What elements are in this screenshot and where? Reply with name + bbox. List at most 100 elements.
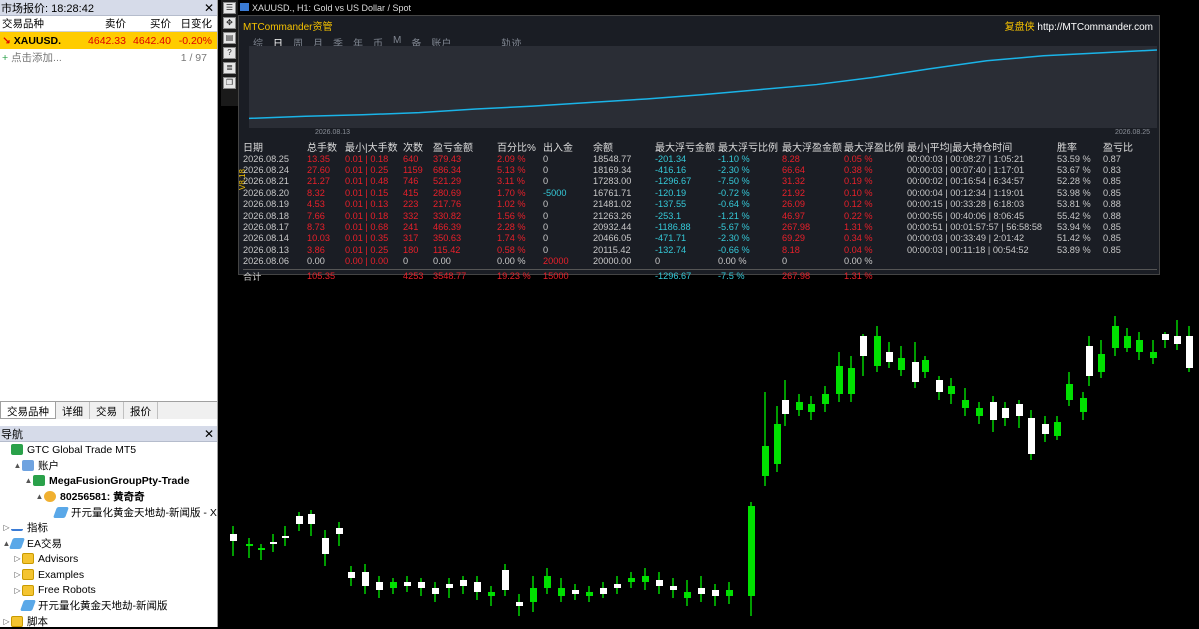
table-cell: 1.70 % bbox=[497, 187, 526, 198]
table-row[interactable]: 2026.08.06 0.00 0.00 | 0.00 0 0.00 0.00 % 2000… bbox=[243, 256, 1157, 267]
chart-icon bbox=[240, 3, 249, 11]
add-symbol-row[interactable]: + 点击添加... 1 / 97 bbox=[0, 49, 217, 66]
col-change[interactable]: 日变化 bbox=[171, 16, 215, 31]
table-row[interactable]: 2026.08.24 27.60 0.01 | 0.25 1159 686.34 5.13… bbox=[243, 164, 1157, 175]
candle-body bbox=[822, 394, 829, 404]
nav-item[interactable]: GTC Global Trade MT5 bbox=[0, 442, 217, 458]
down-arrow-icon: ↘ bbox=[2, 34, 11, 47]
close-icon[interactable]: ✕ bbox=[204, 428, 214, 440]
table-cell: 21.27 bbox=[307, 176, 330, 187]
expand-arrow-icon[interactable]: ▷ bbox=[13, 554, 22, 563]
navigator-tree: GTC Global Trade MT5 ▲ 账户 ▲ MegaFusionGroupP… bbox=[0, 442, 217, 629]
expand-arrow-icon[interactable]: ▲ bbox=[35, 492, 44, 501]
table-row[interactable]: 2026.08.19 4.53 0.01 | 0.13 223 217.76 1.02 %… bbox=[243, 199, 1157, 210]
expand-arrow-icon[interactable]: ▷ bbox=[13, 570, 22, 579]
candle-body bbox=[774, 424, 781, 464]
table-cell: -0.66 % bbox=[718, 244, 750, 255]
table-cell: 379.43 bbox=[433, 153, 462, 164]
table-cell: 0.01 | 0.15 bbox=[345, 187, 389, 198]
menu-icon[interactable]: ☰ bbox=[223, 2, 236, 14]
col-symbol[interactable]: 交易品种 bbox=[0, 16, 86, 31]
candle-body bbox=[270, 542, 277, 544]
table-cell: 00:00:03 | 00:08:27 | 1:05:21 bbox=[907, 153, 1025, 164]
table-cell: 20115.42 bbox=[593, 244, 631, 255]
table-cell: 0 bbox=[543, 165, 549, 176]
table-row[interactable]: 2026.08.17 8.73 0.01 | 0.68 241 466.39 2.28 %… bbox=[243, 221, 1157, 232]
col-bid[interactable]: 卖价 bbox=[86, 16, 126, 31]
nav-item[interactable]: ▷ 指标 bbox=[0, 520, 217, 536]
link-label: 复盘侠 bbox=[1004, 21, 1035, 33]
tab-symbols[interactable]: 交易品种 bbox=[0, 402, 56, 419]
table-cell: 53.89 % bbox=[1057, 244, 1091, 255]
market-watch-header: 交易品种 卖价 买价 日变化 bbox=[0, 16, 217, 32]
table-cell: 180 bbox=[403, 244, 419, 255]
nav-item[interactable]: 开元量化黄金天地劫-新闻版 - X bbox=[0, 504, 217, 520]
list-icon[interactable]: ≣ bbox=[223, 62, 236, 74]
table-cell: 0.05 % bbox=[844, 153, 873, 164]
expand-arrow-icon[interactable]: ▷ bbox=[2, 617, 11, 626]
table-cell: 0.00 bbox=[307, 256, 325, 267]
add-symbol[interactable]: + 点击添加... bbox=[0, 50, 160, 65]
table-cell: 0 bbox=[543, 244, 549, 255]
expand-arrow-icon[interactable]: ▲ bbox=[13, 461, 22, 470]
candle-body bbox=[1054, 422, 1061, 436]
candle-body bbox=[670, 586, 677, 590]
table-row[interactable]: 2026.08.20 8.32 0.01 | 0.15 415 280.69 1.70 %… bbox=[243, 187, 1157, 198]
nav-item[interactable]: ▷ Advisors bbox=[0, 551, 217, 567]
move-icon[interactable]: ✥ bbox=[223, 17, 236, 29]
table-cell: 0.00 bbox=[433, 256, 451, 267]
expand-arrow-icon[interactable]: ▷ bbox=[2, 523, 11, 532]
symbol-row[interactable]: ↘ XAUUSD. 4642.33 4642.40 -0.20% bbox=[0, 32, 217, 49]
nav-item[interactable]: ▲ 80256581: 黄奇奇 bbox=[0, 489, 217, 505]
panel-link[interactable]: 复盘侠 http://MTCommander.com bbox=[1005, 18, 1153, 33]
table-cell: 26.09 bbox=[782, 199, 805, 210]
expand-arrow-icon[interactable]: ▲ bbox=[24, 476, 33, 485]
window-icon[interactable]: ❐ bbox=[223, 77, 236, 89]
table-row[interactable]: 2026.08.21 21.27 0.01 | 0.48 746 521.29 3.11 … bbox=[243, 176, 1157, 187]
nav-item[interactable]: ▷ Examples bbox=[0, 567, 217, 583]
table-cell: 53.81 % bbox=[1057, 199, 1091, 210]
table-cell: 2026.08.06 bbox=[243, 256, 289, 267]
col-ask[interactable]: 买价 bbox=[126, 16, 171, 31]
tab-details[interactable]: 详细 bbox=[56, 402, 90, 419]
candlestick-chart[interactable] bbox=[218, 276, 1199, 627]
table-row[interactable]: 2026.08.13 3.86 0.01 | 0.25 180 115.42 0.58 %… bbox=[243, 244, 1157, 255]
link-url[interactable]: http://MTCommander.com bbox=[1037, 22, 1153, 33]
nav-item[interactable]: 开元量化黄金天地劫-新闻版 bbox=[0, 598, 217, 614]
market-watch-title: 市场报价: 18:28:42 bbox=[1, 2, 94, 15]
table-cell: -120.19 bbox=[655, 187, 687, 198]
table-row[interactable]: 2026.08.14 10.03 0.01 | 0.35 317 350.63 1.74 … bbox=[243, 233, 1157, 244]
table-cell: 2.28 % bbox=[497, 222, 526, 233]
table-cell: 46.97 bbox=[782, 210, 805, 221]
nav-item[interactable]: ▲ MegaFusionGroupPty-Trade bbox=[0, 473, 217, 489]
table-cell: 2026.08.21 bbox=[243, 176, 289, 187]
equity-curve-svg bbox=[248, 49, 1158, 120]
table-row[interactable]: 2026.08.18 7.66 0.01 | 0.18 332 330.82 1.56 %… bbox=[243, 210, 1157, 221]
candle-body bbox=[474, 582, 481, 592]
expand-arrow-icon[interactable]: ▷ bbox=[13, 586, 22, 595]
tab-ticks[interactable]: 报价 bbox=[124, 402, 158, 419]
table-cell: 640 bbox=[403, 153, 419, 164]
column-header: 百分比% bbox=[497, 143, 536, 154]
table-cell: -2.30 % bbox=[718, 165, 750, 176]
table-cell: 0.87 bbox=[1103, 153, 1121, 164]
close-icon[interactable]: ✕ bbox=[204, 2, 214, 14]
table-cell: -137.55 bbox=[655, 199, 687, 210]
ea-icon bbox=[19, 600, 37, 612]
table-cell: 00:00:04 | 00:12:34 | 1:19:01 bbox=[907, 187, 1025, 198]
table-cell: 3.11 % bbox=[497, 176, 525, 187]
table-cell: 2026.08.19 bbox=[243, 199, 289, 210]
candle-body bbox=[558, 588, 565, 596]
market-watch-titlebar: 市场报价: 18:28:42 ✕ bbox=[0, 0, 217, 16]
nav-item[interactable]: ▲ 账户 bbox=[0, 458, 217, 474]
table-cell: 2026.08.14 bbox=[243, 233, 289, 244]
report-icon[interactable]: ▤ bbox=[223, 32, 236, 44]
candle-body bbox=[446, 584, 453, 588]
help-icon[interactable]: ? bbox=[223, 47, 236, 59]
stats-panel: MTCommander资管 复盘侠 http://MTCommander.com… bbox=[238, 15, 1160, 282]
table-row[interactable]: 2026.08.25 13.35 0.01 | 0.18 640 379.43 2.09 … bbox=[243, 153, 1157, 164]
tab-trading[interactable]: 交易 bbox=[90, 402, 124, 419]
nav-item[interactable]: ▲ EA交易 bbox=[0, 536, 217, 552]
table-cell: 0.01 | 0.68 bbox=[345, 222, 389, 233]
nav-item[interactable]: ▷ Free Robots bbox=[0, 582, 217, 598]
